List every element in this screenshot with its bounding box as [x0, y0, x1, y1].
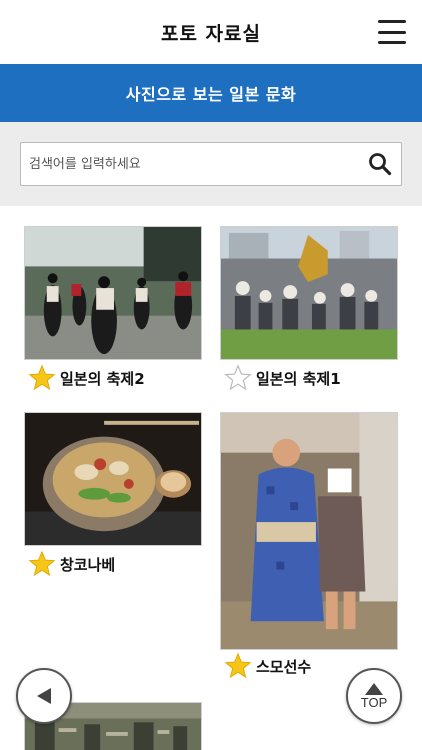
- photo-caption: 스모선수: [224, 652, 311, 680]
- top-bar: 포토 자료실: [0, 0, 422, 64]
- back-button[interactable]: [16, 668, 72, 724]
- photo-card[interactable]: 창코나베: [0, 396, 211, 596]
- search-input[interactable]: [21, 143, 359, 185]
- chanko-nabe-photo[interactable]: [24, 412, 202, 546]
- star-filled-icon[interactable]: [28, 550, 56, 578]
- photo-card[interactable]: 일본의 축제2: [0, 206, 211, 396]
- photo-caption: 일본의 축제2: [28, 364, 145, 392]
- photo-title[interactable]: 스모선수: [256, 656, 311, 677]
- banner-title: 사진으로 보는 일본 문화: [125, 85, 297, 104]
- top-label: TOP: [360, 695, 388, 710]
- festival-dance-photo[interactable]: [24, 226, 202, 360]
- photo-grid: 일본의 축제2 일본의 축제1 창코나베 스모선수: [0, 206, 422, 750]
- scroll-to-top-button[interactable]: TOP: [346, 668, 402, 724]
- festival-crowd-photo[interactable]: [220, 226, 398, 360]
- photo-card[interactable]: 스모선수: [211, 396, 422, 686]
- up-arrow-icon: [365, 683, 383, 695]
- search-box: [20, 142, 402, 186]
- left-arrow-icon: [37, 688, 51, 704]
- star-outline-icon[interactable]: [224, 364, 252, 392]
- sumo-wrestler-photo[interactable]: [220, 412, 398, 650]
- star-filled-icon[interactable]: [224, 652, 252, 680]
- photo-title[interactable]: 일본의 축제1: [256, 368, 341, 389]
- section-banner: 사진으로 보는 일본 문화: [0, 64, 422, 122]
- photo-caption: 창코나베: [28, 550, 115, 578]
- star-filled-icon[interactable]: [28, 364, 56, 392]
- search-area: [0, 122, 422, 206]
- hamburger-menu-icon[interactable]: [378, 20, 406, 44]
- photo-caption: 일본의 축제1: [224, 364, 341, 392]
- photo-title[interactable]: 창코나베: [60, 554, 115, 575]
- photo-card[interactable]: 일본의 축제1: [211, 206, 422, 396]
- page-title: 포토 자료실: [160, 22, 261, 45]
- search-icon[interactable]: [359, 143, 401, 185]
- photo-title[interactable]: 일본의 축제2: [60, 368, 145, 389]
